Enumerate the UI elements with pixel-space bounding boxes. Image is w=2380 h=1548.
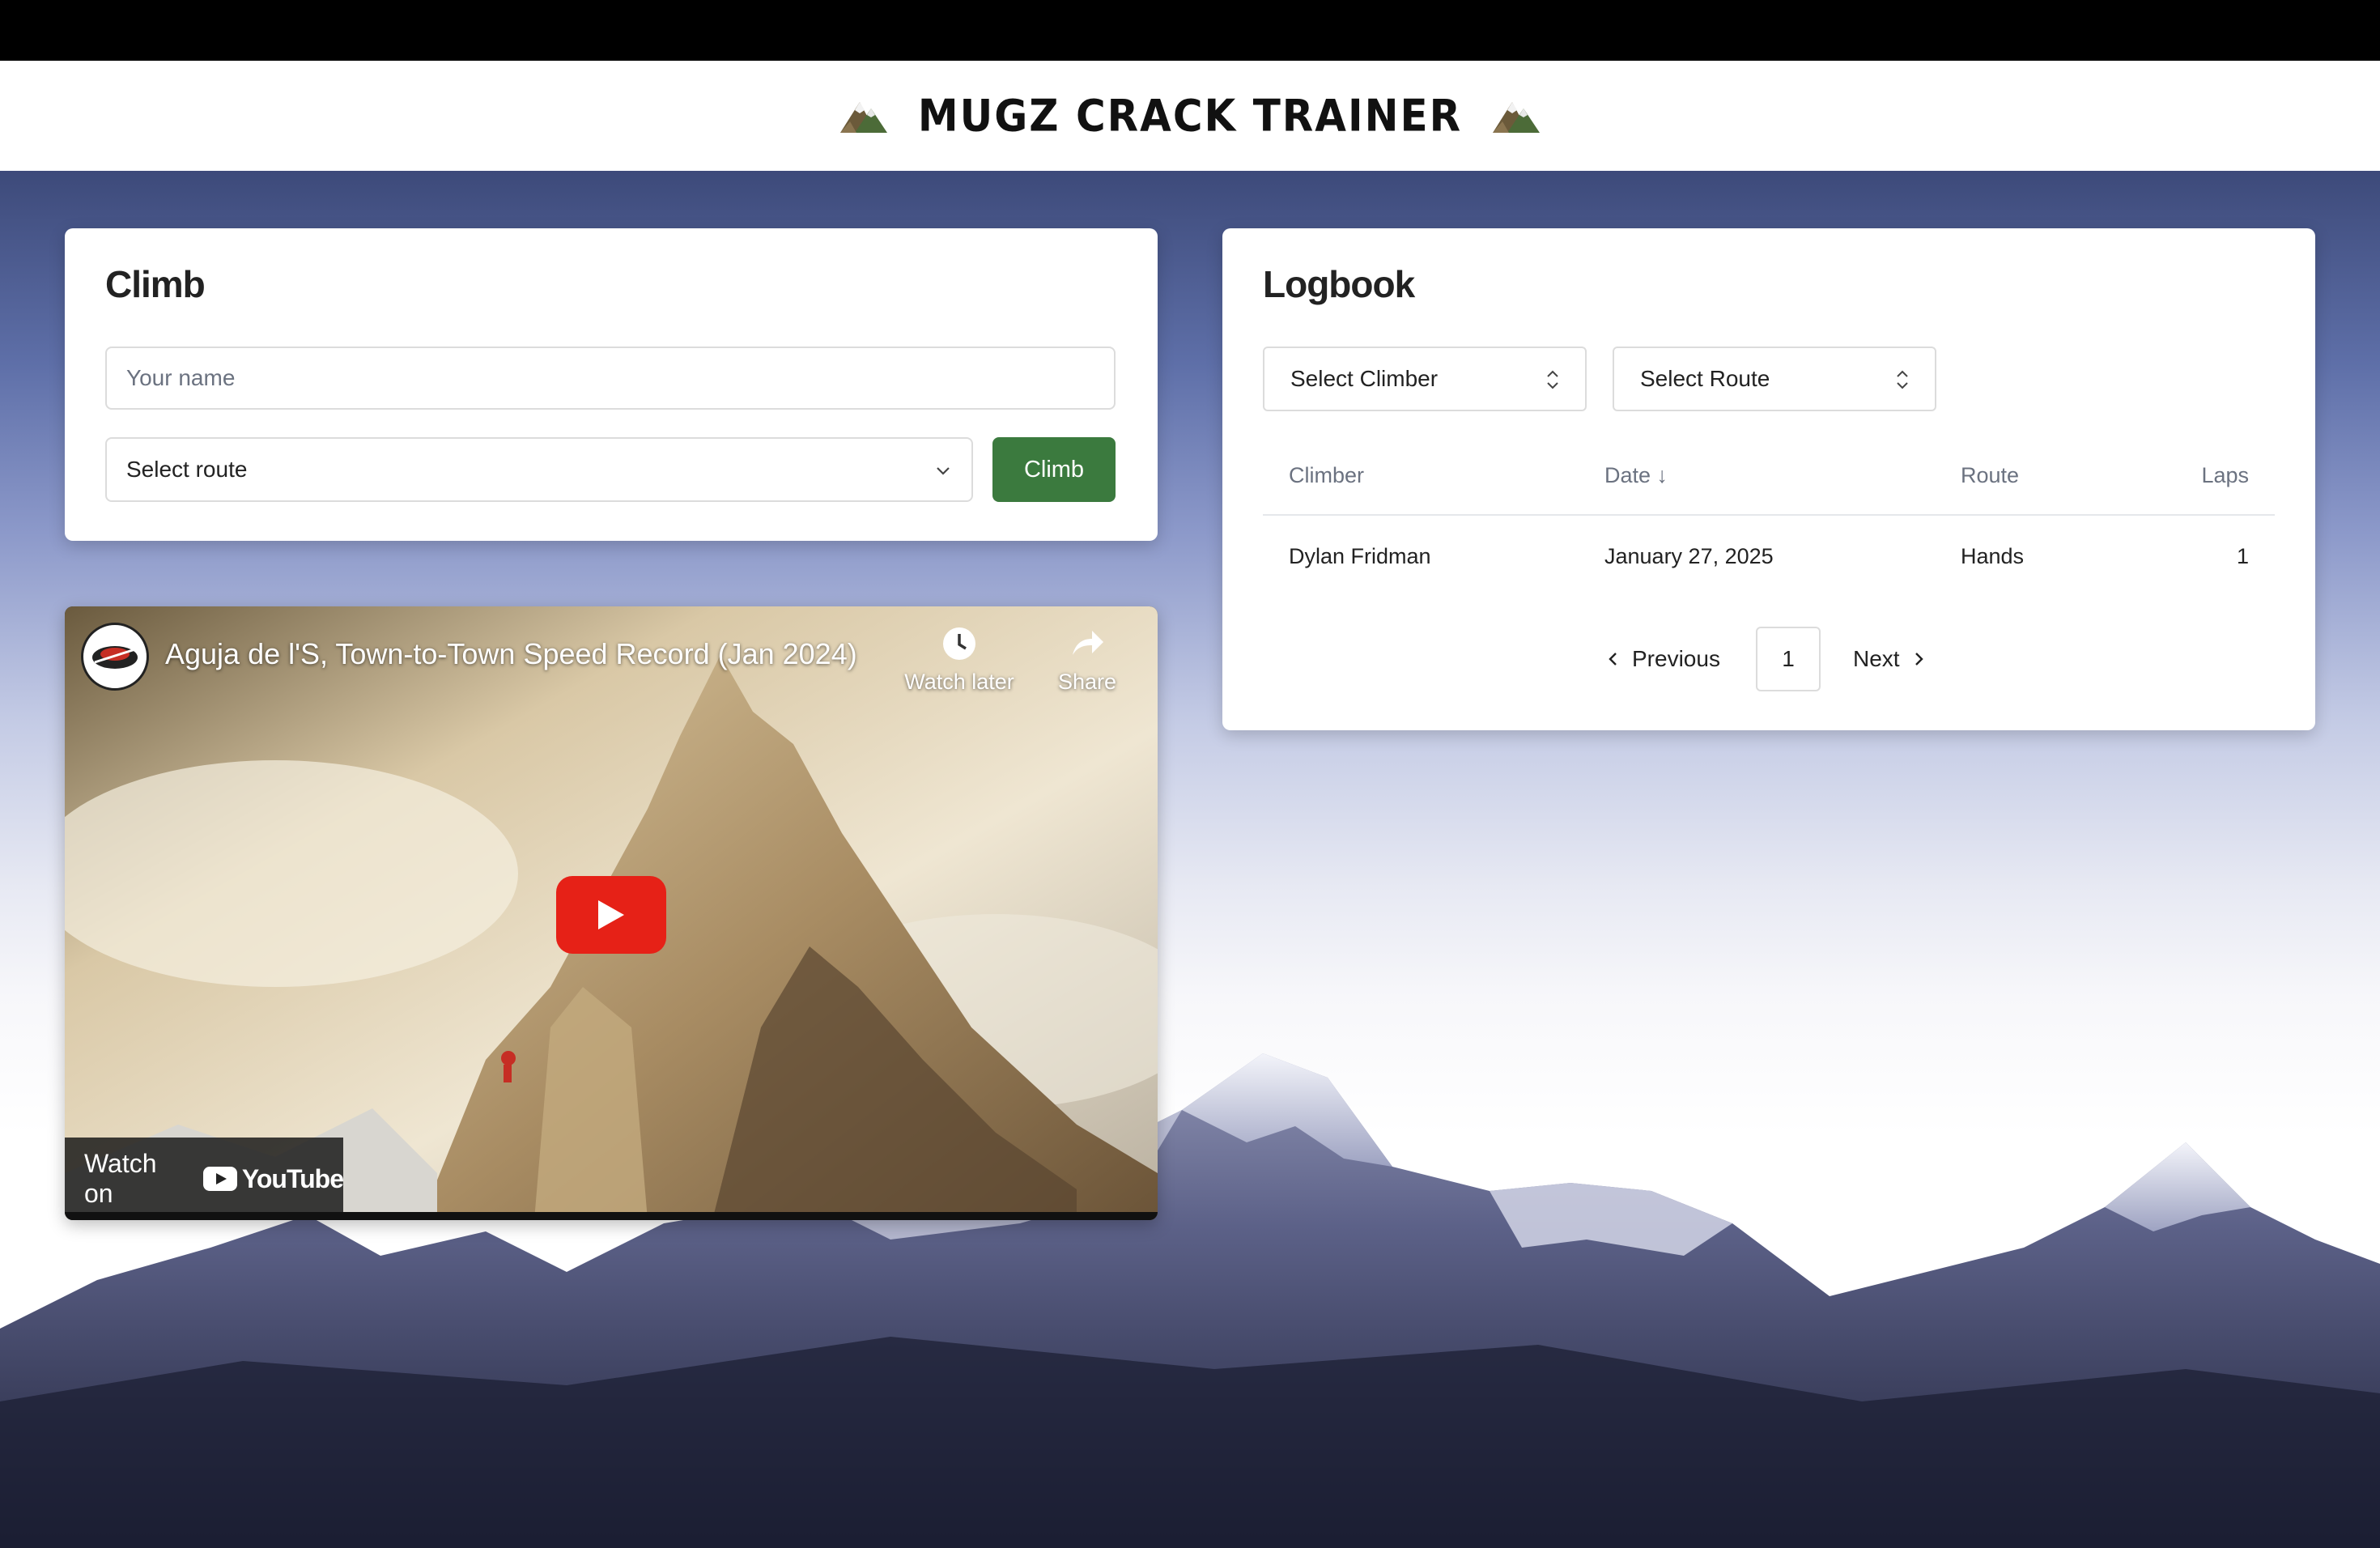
video-title[interactable]: Aguja de l'S, Town-to-Town Speed Record … (165, 637, 857, 671)
column-header-laps[interactable]: Laps (2201, 463, 2249, 488)
chevron-right-icon (1915, 653, 1923, 666)
watch-on-youtube-button[interactable]: Watch on YouTube (65, 1138, 344, 1220)
youtube-play-icon (202, 1167, 237, 1191)
site-title: MUGZ CRACK TRAINER (917, 90, 1463, 142)
name-input[interactable] (105, 347, 1116, 410)
watch-on-label: Watch on (84, 1149, 157, 1208)
column-header-date[interactable]: Date ↓ (1604, 463, 1668, 488)
cell-climber: Dylan Fridman (1289, 544, 1431, 568)
route-select[interactable]: Select route (105, 437, 973, 502)
chevron-left-icon (1609, 653, 1617, 666)
watch-later-button[interactable]: Watch later (899, 624, 1020, 695)
browser-top-bar (0, 0, 2380, 61)
play-button[interactable] (556, 876, 666, 954)
cell-laps: 1 (2236, 544, 2249, 568)
route-filter-select[interactable]: Select Route (1613, 347, 1936, 411)
video-bottom-bar (65, 1212, 1158, 1220)
climber-filter-label: Select Climber (1290, 366, 1439, 391)
mountain-icon (1493, 102, 1541, 133)
cell-date: January 27, 2025 (1604, 544, 1774, 568)
youtube-video-embed[interactable]: Aguja de l'S, Town-to-Town Speed Record … (65, 606, 1158, 1220)
logbook-title: Logbook (1263, 263, 1415, 305)
climb-card: Climb Select route Climb (65, 228, 1158, 541)
route-select-value: Select route (126, 457, 248, 482)
channel-logo-icon (92, 646, 138, 669)
table-divider (1263, 514, 2275, 516)
share-label: Share (1057, 670, 1117, 694)
channel-avatar[interactable] (81, 623, 149, 691)
mountain-icon (839, 102, 887, 133)
climb-title: Climb (105, 263, 206, 305)
page-number-button[interactable]: 1 (1756, 627, 1821, 691)
play-icon (598, 900, 624, 929)
climb-button[interactable]: Climb (992, 437, 1116, 502)
clock-icon (943, 627, 975, 660)
youtube-wordmark: YouTube (241, 1163, 344, 1193)
cell-route: Hands (1961, 544, 2025, 568)
share-button[interactable]: Share (1026, 624, 1148, 695)
watch-later-label: Watch later (904, 670, 1014, 694)
next-page-button[interactable]: Next (1853, 627, 1926, 691)
column-header-climber[interactable]: Climber (1289, 463, 1364, 488)
column-header-route[interactable]: Route (1961, 463, 2019, 488)
site-header: MUGZ CRACK TRAINER (0, 61, 2380, 171)
previous-label: Previous (1632, 646, 1720, 671)
youtube-logo: YouTube (202, 1163, 344, 1194)
share-arrow-icon (1073, 631, 1103, 655)
chevron-down-icon (937, 467, 950, 475)
climber-filter-select[interactable]: Select Climber (1263, 347, 1587, 411)
up-down-chevron-icon (1547, 370, 1558, 389)
next-label: Next (1853, 646, 1900, 671)
route-filter-label: Select Route (1640, 366, 1770, 391)
previous-page-button[interactable]: Previous (1606, 627, 1720, 691)
up-down-chevron-icon (1897, 370, 1908, 389)
logbook-card: Logbook Select Climber Select Route Clim… (1222, 228, 2315, 730)
